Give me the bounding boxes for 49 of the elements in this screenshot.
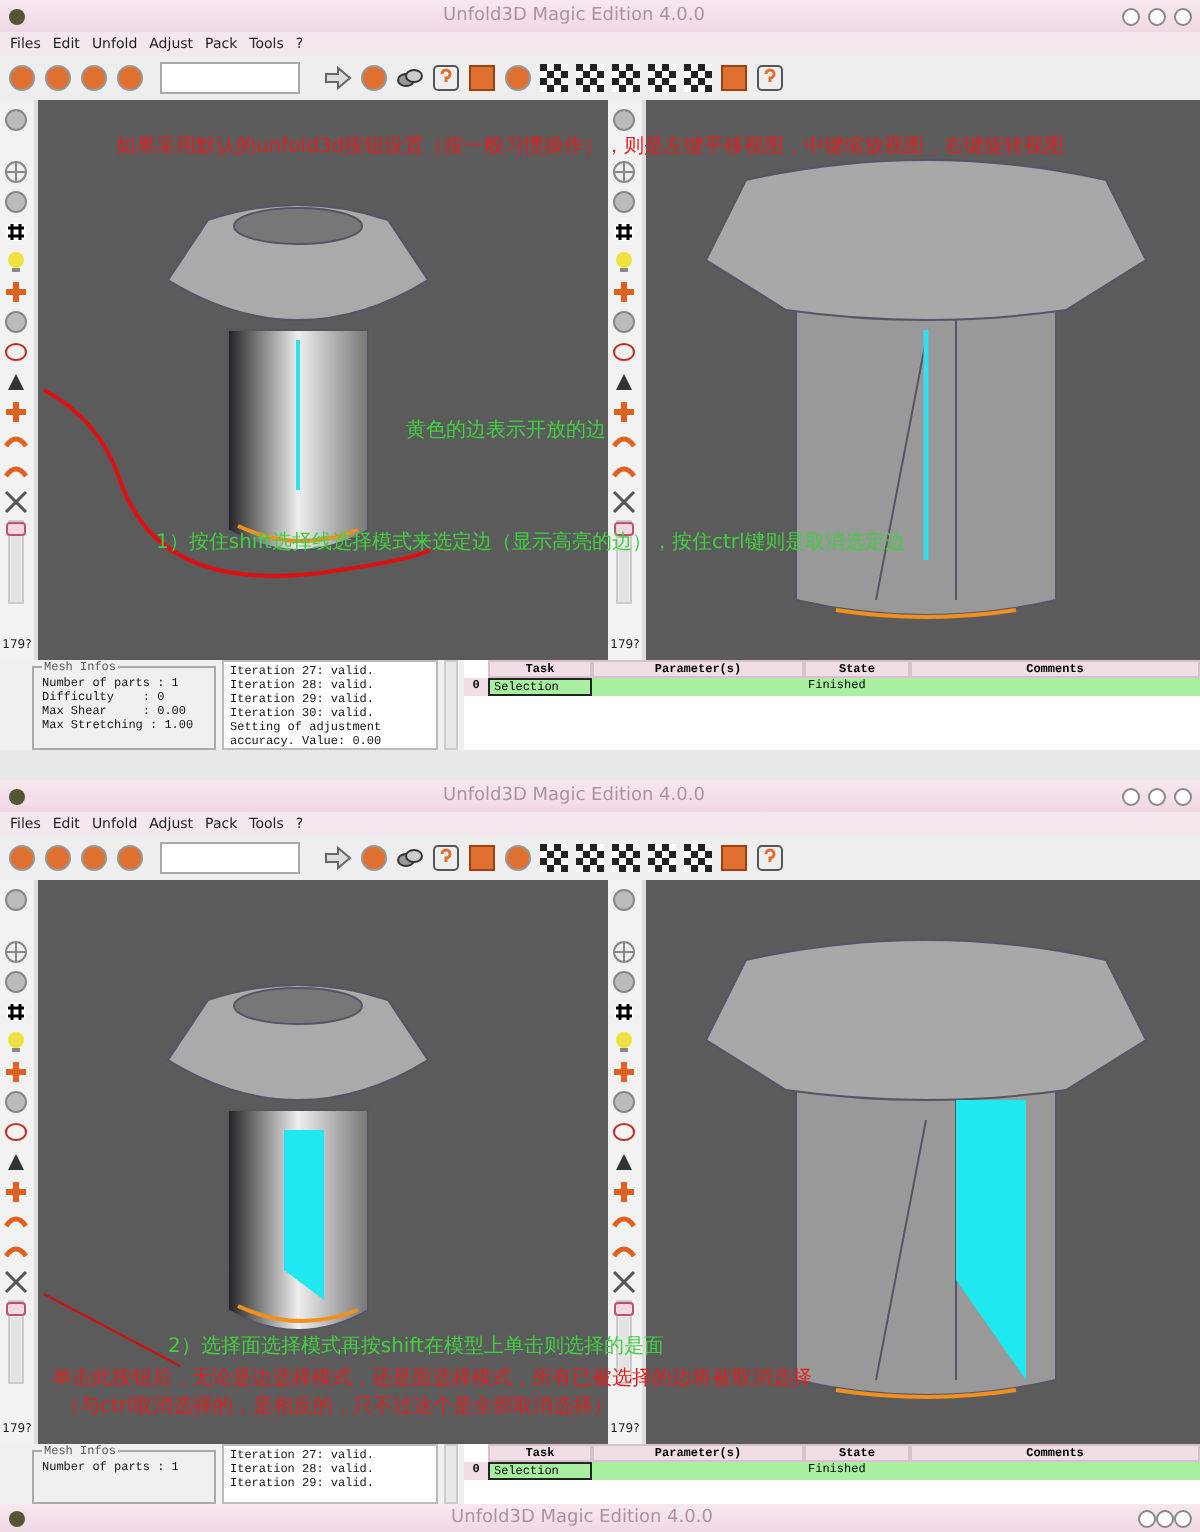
scrollbar[interactable] [444,1444,458,1504]
status-text: Unfold3D Magic Edition 4.0.0 [449,1508,715,1528]
triangle-icon[interactable] [4,370,29,394]
cross-icon[interactable] [612,280,637,304]
sphere-icon[interactable] [612,1090,637,1114]
window-title: Unfold3D Magic Edition 4.0.0 [441,6,707,26]
sphere-icon[interactable] [80,64,108,92]
question-icon[interactable] [756,64,784,92]
question-icon[interactable] [432,844,460,872]
slider-thumb[interactable] [6,1302,27,1317]
triangle-icon[interactable] [612,370,637,394]
app-icon [8,1509,26,1527]
cross-icon[interactable] [4,280,29,304]
input-field[interactable] [160,842,300,874]
annotation-text: （与ctrl取消选择的，是相反的，只不过这个是全部取消选择） [60,1396,613,1418]
sphere-icon[interactable] [44,64,72,92]
scrollbar[interactable] [444,660,458,750]
app-icon [8,787,26,805]
cross-icon[interactable] [4,1060,29,1084]
app-icon [8,7,26,25]
input-field[interactable] [160,62,300,94]
sphere-icon[interactable] [8,64,36,92]
arrow-icon[interactable] [324,64,352,92]
sphere-icon[interactable] [612,888,637,912]
globe-icon[interactable] [612,940,637,964]
sphere-icon[interactable] [44,844,72,872]
question-icon[interactable] [432,64,460,92]
triangle-icon[interactable] [612,1150,637,1174]
sphere-icon[interactable] [4,1090,29,1114]
sphere-icon[interactable] [612,310,637,334]
cross-icon[interactable] [612,1060,637,1084]
question-icon[interactable] [756,844,784,872]
sphere-icon[interactable] [116,844,144,872]
sphere-icon[interactable] [116,64,144,92]
sphere-icon[interactable] [4,310,29,334]
globe-icon[interactable] [612,160,637,184]
globe-icon[interactable] [4,940,29,964]
sphere-icon[interactable] [8,844,36,872]
sphere-icon[interactable] [612,108,637,132]
sphere-icon[interactable] [4,108,29,132]
sphere-icon[interactable] [80,844,108,872]
slider-thumb[interactable] [614,1302,635,1317]
slider-thumb[interactable] [6,522,27,537]
globe-icon[interactable] [4,160,29,184]
sphere-icon[interactable] [4,888,29,912]
arrow-icon[interactable] [324,844,352,872]
triangle-icon[interactable] [4,1150,29,1174]
annotation-text: 黄色的边表示开放的边 [406,420,606,442]
window-title: Unfold3D Magic Edition 4.0.0 [441,786,707,806]
